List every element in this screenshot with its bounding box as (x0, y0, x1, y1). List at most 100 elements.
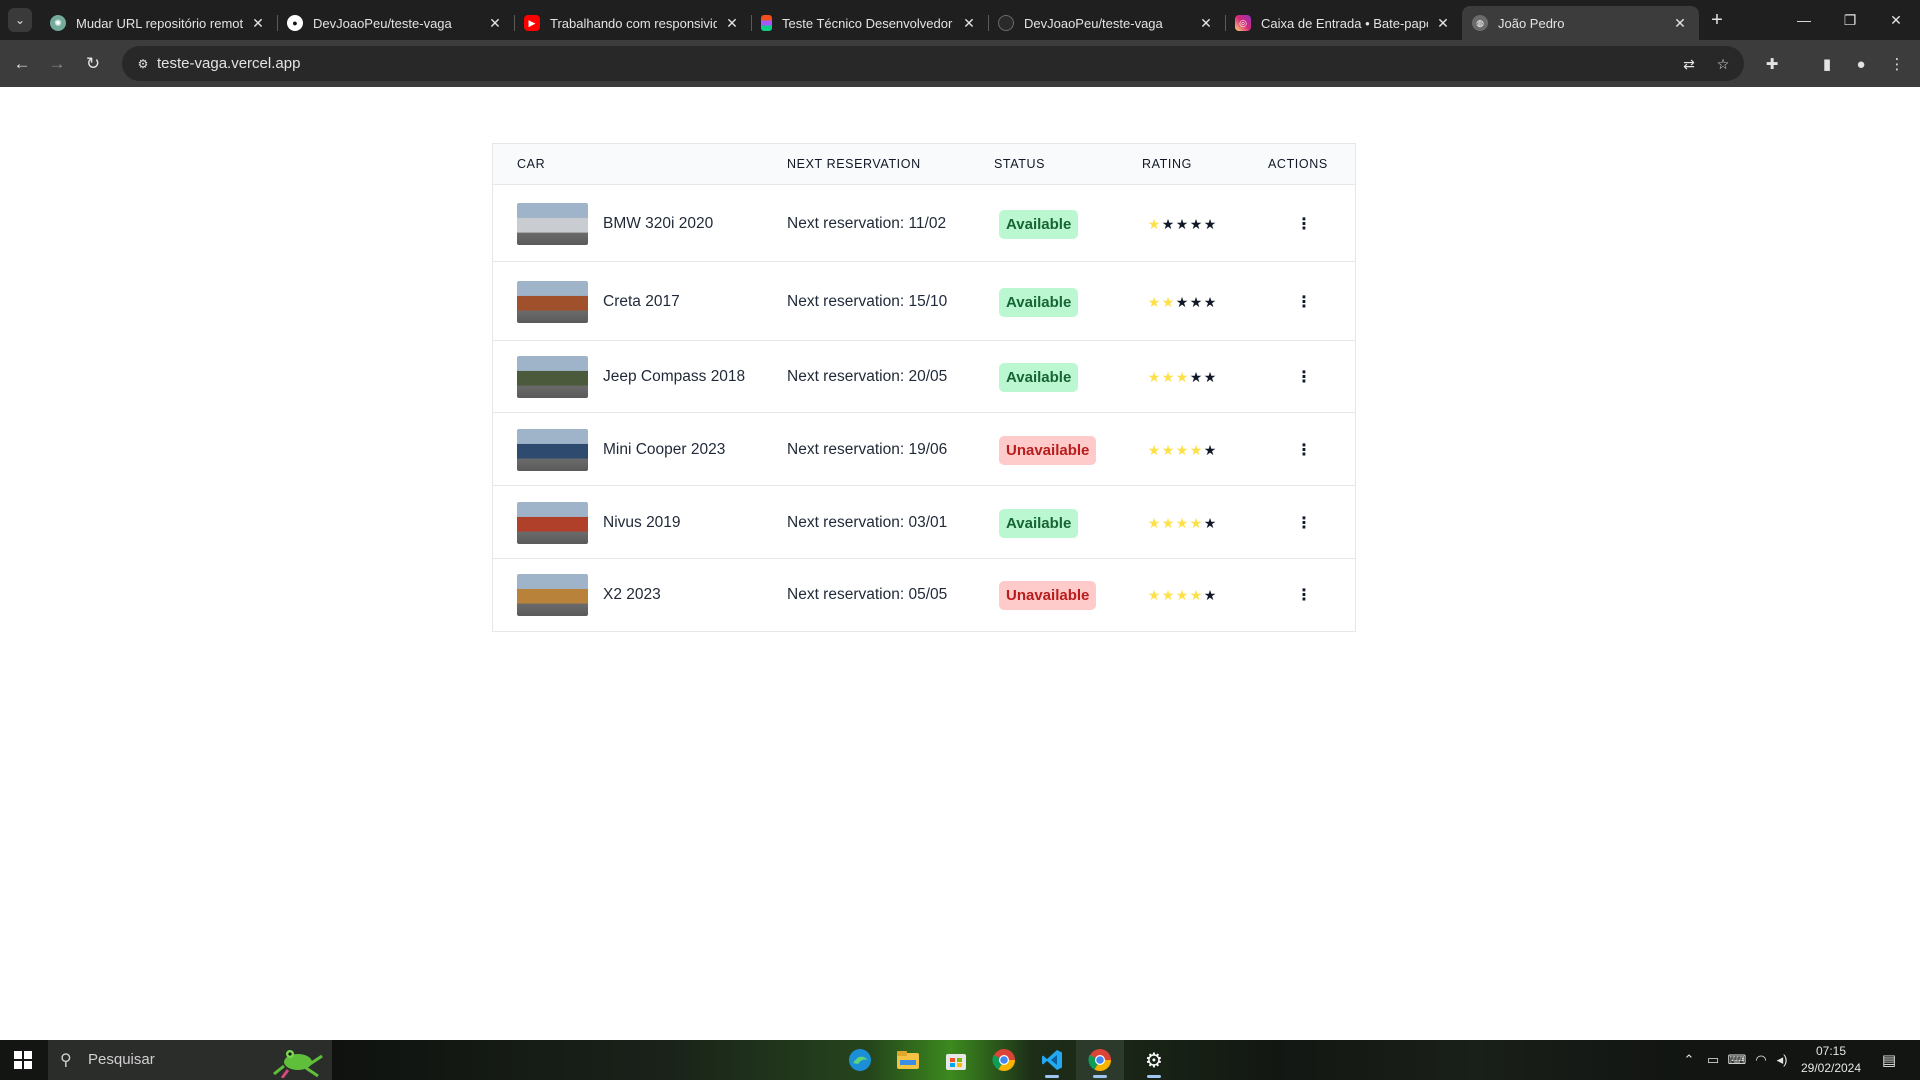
tab[interactable]: ◎ Caixa de Entrada • Bate-papos ✕ (1225, 6, 1462, 40)
language-icon[interactable]: ⌨ (1726, 1040, 1748, 1080)
menu-kebab-icon[interactable]: ⋮ (1883, 50, 1911, 78)
status-badge: Unavailable (999, 435, 1097, 465)
tab-search-button[interactable]: ⌄ (8, 8, 32, 32)
clock-time: 07:15 (1815, 1044, 1847, 1058)
settings-icon[interactable]: ⚙ (1130, 1040, 1178, 1080)
tab-title: Mudar URL repositório remoto. (76, 15, 243, 31)
device-icon[interactable]: ▭ (1702, 1040, 1724, 1080)
reload-button[interactable]: ↻ (79, 50, 107, 78)
store-icon[interactable] (932, 1040, 980, 1080)
star-filled-icon: ★ (1147, 441, 1161, 458)
close-icon[interactable]: ✕ (1197, 15, 1215, 32)
notifications-icon[interactable]: ▤ (1874, 1040, 1904, 1080)
car-name: X2 2023 (603, 586, 661, 603)
star-empty-icon: ★ (1203, 369, 1217, 385)
tab[interactable]: ● DevJoaoPeu/teste-vaga ✕ (277, 6, 514, 40)
close-icon[interactable]: ✕ (486, 15, 504, 32)
translate-icon[interactable]: ⇄ (1678, 53, 1700, 75)
bookmark-star-icon[interactable]: ☆ (1712, 53, 1734, 75)
car-name: Jeep Compass 2018 (603, 368, 746, 385)
tab-title: Teste Técnico Desenvolvedor Jr (782, 15, 954, 31)
tab-title: DevJoaoPeu/teste-vaga (313, 15, 452, 31)
side-panel-icon[interactable]: ▮ (1813, 50, 1841, 78)
status-badge: Available (999, 209, 1079, 239)
car-thumbnail (517, 280, 588, 323)
edge-icon[interactable] (836, 1040, 884, 1080)
close-icon[interactable]: ✕ (249, 15, 267, 32)
new-tab-button[interactable]: + (1704, 7, 1730, 33)
tab[interactable]: Teste Técnico Desenvolvedor Jr ✕ (751, 6, 988, 40)
star-filled-icon: ★ (1161, 293, 1175, 310)
table-row: Mini Cooper 2023 Next reservation: 19/06 U… (493, 413, 1355, 486)
wifi-icon[interactable]: ◠ (1750, 1040, 1772, 1080)
rating-stars: ★ ★ ★ ★ ★ (1147, 295, 1217, 309)
column-header-car: CAR (517, 157, 546, 171)
frog-illustration-icon (273, 1050, 323, 1078)
star-filled-icon: ★ (1147, 215, 1161, 232)
table-row: Jeep Compass 2018 Next reservation: 20/05… (493, 341, 1355, 413)
github-icon: ● (287, 15, 303, 31)
table-row: BMW 320i 2020 Next reservation: 11/02 Avai… (493, 185, 1355, 262)
site-info-icon[interactable]: ⚙ (132, 53, 154, 75)
clock-date: 29/02/2024 (1800, 1061, 1862, 1075)
next-reservation: Next reservation: 03/01 (787, 513, 948, 531)
close-icon[interactable]: ✕ (960, 15, 978, 32)
rating-stars: ★ ★ ★ ★ ★ (1147, 516, 1217, 530)
running-indicator (1147, 1075, 1161, 1078)
next-reservation: Next reservation: 20/05 (787, 368, 948, 385)
star-empty-icon: ★ (1203, 293, 1217, 310)
forward-button[interactable]: → (43, 50, 71, 78)
windows-start-icon[interactable] (0, 1040, 46, 1080)
vscode-icon[interactable] (1028, 1040, 1076, 1080)
star-empty-icon: ★ (1161, 215, 1175, 232)
profile-avatar[interactable]: ● (1847, 50, 1875, 78)
close-window-button[interactable]: ✕ (1873, 0, 1919, 40)
close-icon[interactable]: ✕ (1671, 15, 1689, 32)
star-empty-icon: ★ (1175, 293, 1189, 310)
chrome-icon[interactable] (980, 1040, 1028, 1080)
star-filled-icon: ★ (1175, 514, 1189, 531)
rating-stars: ★ ★ ★ ★ ★ (1147, 588, 1217, 602)
status-badge: Available (999, 287, 1079, 317)
file-explorer-icon[interactable] (884, 1040, 932, 1080)
search-placeholder: Pesquisar (88, 1051, 155, 1068)
tab[interactable]: DevJoaoPeu/teste-vaga ✕ (988, 6, 1225, 40)
column-header-status: STATUS (994, 157, 1046, 171)
star-filled-icon: ★ (1147, 587, 1161, 603)
next-reservation: Next reservation: 11/02 (787, 214, 947, 232)
extensions-icon[interactable]: ✚ (1758, 50, 1786, 78)
close-icon[interactable]: ✕ (1434, 15, 1452, 32)
volume-icon[interactable]: ◂) (1772, 1040, 1792, 1080)
row-actions-menu-icon[interactable]: ⋮ (1295, 290, 1313, 314)
url-text[interactable]: teste-vaga.vercel.app (157, 55, 300, 72)
row-actions-menu-icon[interactable]: ⋮ (1295, 438, 1313, 462)
table-row: Creta 2017 Next reservation: 15/10 Availab… (493, 262, 1355, 341)
chevron-up-icon[interactable]: ⌃ (1678, 1040, 1700, 1080)
close-icon[interactable]: ✕ (723, 15, 741, 32)
restore-button[interactable]: ❐ (1827, 0, 1873, 40)
row-actions-menu-icon[interactable]: ⋮ (1295, 365, 1313, 389)
taskbar-clock[interactable]: 07:15 29/02/2024 (1790, 1043, 1872, 1077)
row-actions-menu-icon[interactable]: ⋮ (1295, 511, 1313, 535)
row-actions-menu-icon[interactable]: ⋮ (1295, 212, 1313, 236)
address-bar[interactable]: ⚙ teste-vaga.vercel.app ⇄ ☆ (122, 46, 1744, 81)
status-badge: Available (999, 363, 1079, 392)
table-body: BMW 320i 2020 Next reservation: 11/02 Avai… (493, 185, 1355, 631)
star-filled-icon: ★ (1189, 587, 1203, 603)
star-filled-icon: ★ (1175, 441, 1189, 458)
browser-toolbar: ← → ↻ ⚙ teste-vaga.vercel.app ⇄ ☆ ✚ ▮ ● … (0, 40, 1920, 87)
rating-stars: ★ ★ ★ ★ ★ (1147, 370, 1217, 384)
row-actions-menu-icon[interactable]: ⋮ (1295, 583, 1313, 607)
tab-strip: ✺ Mudar URL repositório remoto. ✕ ● DevJ… (40, 6, 1699, 40)
tab[interactable]: ✺ Mudar URL repositório remoto. ✕ (40, 6, 277, 40)
tab-active[interactable]: ◍ João Pedro ✕ (1462, 6, 1699, 40)
star-filled-icon: ★ (1189, 441, 1203, 458)
tab[interactable]: ▶ Trabalhando com responsividade ✕ (514, 6, 751, 40)
column-header-next-reservation: NEXT RESERVATION (787, 157, 921, 171)
star-filled-icon: ★ (1161, 587, 1175, 603)
minimize-button[interactable]: — (1781, 0, 1827, 40)
chrome-icon[interactable] (1076, 1040, 1124, 1080)
back-button[interactable]: ← (8, 50, 36, 78)
star-filled-icon: ★ (1147, 369, 1161, 385)
globe-icon: ◍ (1472, 15, 1488, 31)
